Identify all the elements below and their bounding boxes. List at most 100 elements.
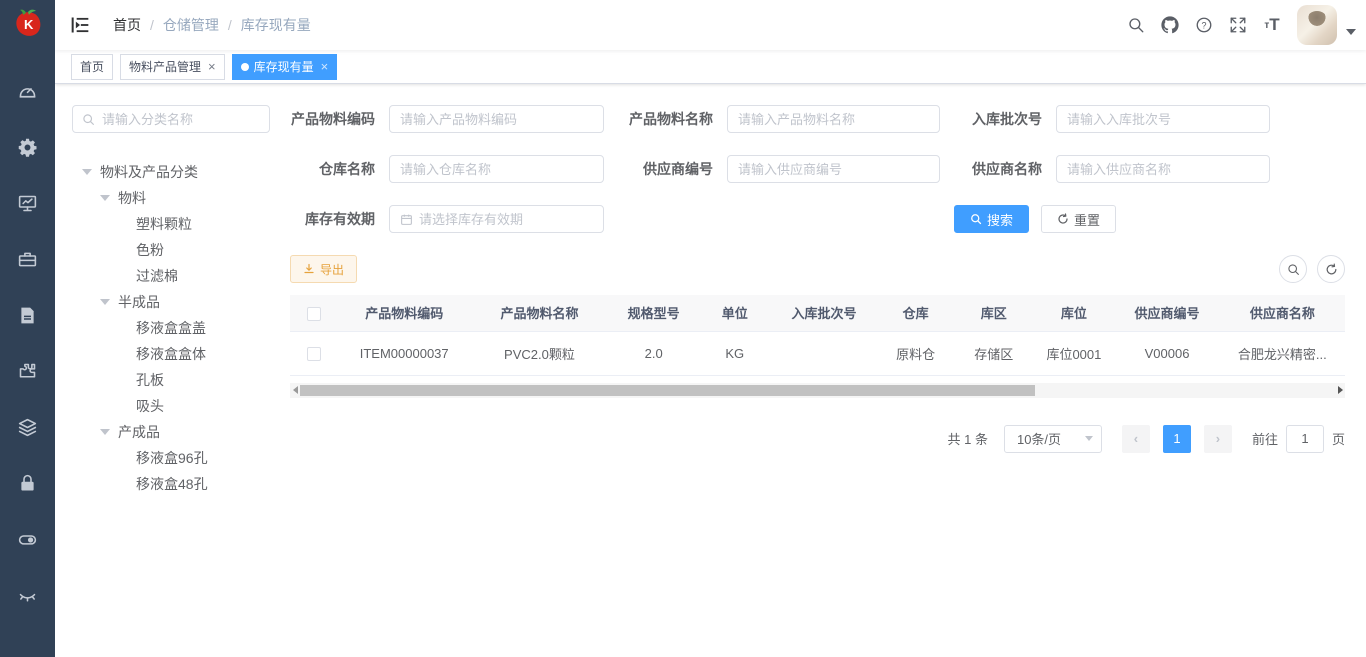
column-header[interactable]: 入库批次号	[771, 295, 877, 331]
refresh-icon	[1325, 263, 1338, 276]
tree-node-leaf[interactable]: 孔板	[72, 367, 270, 393]
menu-fold-icon[interactable]	[55, 0, 105, 50]
github-icon[interactable]	[1153, 0, 1187, 50]
reset-button[interactable]: 重置	[1041, 205, 1116, 233]
tree-node-label: 产成品	[118, 422, 160, 442]
field-label: 供应商名称	[954, 159, 1042, 179]
tree-node-leaf[interactable]: 移液盒盒盖	[72, 315, 270, 341]
sidebar-item-component[interactable]	[0, 346, 55, 402]
tree-node-label: 移液盒48孔	[136, 474, 208, 494]
tree-node-leaf[interactable]: 色粉	[72, 237, 270, 263]
toggle-search-button[interactable]	[1279, 255, 1307, 283]
caret-down-icon[interactable]	[100, 195, 118, 201]
tab-inventory-active[interactable]: 库存现有量 ×	[232, 54, 338, 80]
sidebar-item-system[interactable]	[0, 122, 55, 178]
column-header[interactable]: 库区	[954, 295, 1033, 331]
column-header[interactable]: 规格型号	[609, 295, 699, 331]
tree-node-label: 过滤棉	[136, 266, 178, 286]
sidebar-item-monitor[interactable]	[0, 178, 55, 234]
avatar-caret-down-icon[interactable]	[1346, 29, 1356, 35]
column-header[interactable]: 仓库	[877, 295, 954, 331]
cell-item-code: ITEM00000037	[338, 331, 470, 375]
expiry-date-input[interactable]	[419, 212, 593, 227]
help-question-icon[interactable]: ?	[1187, 0, 1221, 50]
caret-down-icon[interactable]	[82, 169, 100, 175]
header-search-icon[interactable]	[1119, 0, 1153, 50]
fullscreen-icon[interactable]	[1221, 0, 1255, 50]
page-size-select[interactable]: 10条/页	[1004, 425, 1102, 453]
tree-node-finished[interactable]: 产成品	[72, 419, 270, 445]
item-name-input[interactable]	[738, 112, 929, 127]
sidebar-item-document[interactable]	[0, 290, 55, 346]
active-dot-icon	[241, 63, 249, 71]
tree-node-material[interactable]: 物料	[72, 185, 270, 211]
sidebar-item-layers[interactable]	[0, 402, 55, 458]
tab-label: 库存现有量	[254, 58, 314, 75]
row-checkbox[interactable]	[307, 347, 321, 361]
avatar[interactable]	[1297, 5, 1337, 45]
sidebar-item-permission[interactable]	[0, 458, 55, 514]
layers-icon	[17, 417, 38, 443]
tree-node-leaf[interactable]: 移液盒96孔	[72, 445, 270, 471]
page-size-label: 10条/页	[1017, 429, 1061, 448]
calendar-icon	[400, 213, 413, 226]
search-button[interactable]: 搜索	[954, 205, 1029, 233]
export-button[interactable]: 导出	[290, 255, 357, 283]
app-logo[interactable]: K	[0, 0, 55, 50]
column-header[interactable]: 产品物料名称	[470, 295, 608, 331]
document-icon	[17, 305, 38, 331]
pagination: 共 1 条 10条/页 ‹ 1 › 前往 页	[290, 425, 1345, 453]
column-header[interactable]: 供应商编号	[1114, 295, 1219, 331]
tree-node-label: 物料及产品分类	[100, 162, 198, 182]
prev-page-button[interactable]: ‹	[1122, 425, 1150, 453]
select-all-checkbox[interactable]	[307, 307, 321, 321]
tree-node-leaf[interactable]: 移液盒48孔	[72, 471, 270, 497]
row-checkbox-cell	[290, 331, 338, 375]
goto-page-input[interactable]	[1286, 425, 1324, 453]
tab-home[interactable]: 首页	[71, 54, 113, 80]
tab-close-icon[interactable]: ×	[321, 60, 329, 73]
sidebar-item-switch[interactable]	[0, 514, 55, 570]
caret-down-icon[interactable]	[100, 299, 118, 305]
warehouse-name-input[interactable]	[400, 162, 593, 177]
tree-node-root[interactable]: 物料及产品分类	[72, 159, 270, 185]
item-code-field	[389, 105, 604, 133]
tree-node-leaf[interactable]: 移液盒盒体	[72, 341, 270, 367]
cell-batch	[771, 331, 877, 375]
caret-down-icon[interactable]	[100, 429, 118, 435]
sidebar-item-dashboard[interactable]	[0, 66, 55, 122]
refresh-table-button[interactable]	[1317, 255, 1345, 283]
tab-material-product[interactable]: 物料产品管理 ×	[120, 54, 225, 80]
tree-search-input[interactable]	[102, 112, 260, 127]
tab-close-icon[interactable]: ×	[208, 60, 216, 73]
column-header[interactable]: 单位	[699, 295, 771, 331]
tree-node-leaf[interactable]: 塑料颗粒	[72, 211, 270, 237]
puzzle-icon	[17, 361, 38, 387]
item-code-input[interactable]	[400, 112, 593, 127]
batch-no-input[interactable]	[1067, 112, 1259, 127]
field-label: 入库批次号	[954, 109, 1042, 129]
sidebar-item-toolbox[interactable]	[0, 234, 55, 290]
sidebar-item-example[interactable]	[0, 570, 55, 626]
tree-node-leaf[interactable]: 过滤棉	[72, 263, 270, 289]
scrollbar-thumb[interactable]	[300, 385, 1035, 396]
scroll-left-arrow[interactable]	[290, 383, 300, 398]
breadcrumb-home[interactable]: 首页	[113, 15, 141, 35]
supplier-code-input[interactable]	[738, 162, 929, 177]
page-number-1[interactable]: 1	[1163, 425, 1191, 453]
tree-node-semifinished[interactable]: 半成品	[72, 289, 270, 315]
horizontal-scrollbar[interactable]	[290, 383, 1345, 398]
tree-node-leaf[interactable]: 吸头	[72, 393, 270, 419]
supplier-name-input[interactable]	[1067, 162, 1259, 177]
column-header[interactable]: 供应商名称	[1220, 295, 1345, 331]
column-header[interactable]: 库位	[1033, 295, 1114, 331]
font-size-icon[interactable]: тT	[1255, 0, 1289, 50]
search-icon	[970, 213, 982, 225]
field-label: 仓库名称	[290, 159, 375, 179]
cell-warehouse: 原料仓	[877, 331, 954, 375]
column-header[interactable]: 产品物料编码	[338, 295, 470, 331]
warehouse-name-field	[389, 155, 604, 183]
next-page-button[interactable]: ›	[1204, 425, 1232, 453]
scroll-right-arrow[interactable]	[1335, 383, 1345, 398]
table-row[interactable]: ITEM00000037 PVC2.0颗粒 2.0 KG 原料仓 存储区 库位0…	[290, 331, 1345, 375]
